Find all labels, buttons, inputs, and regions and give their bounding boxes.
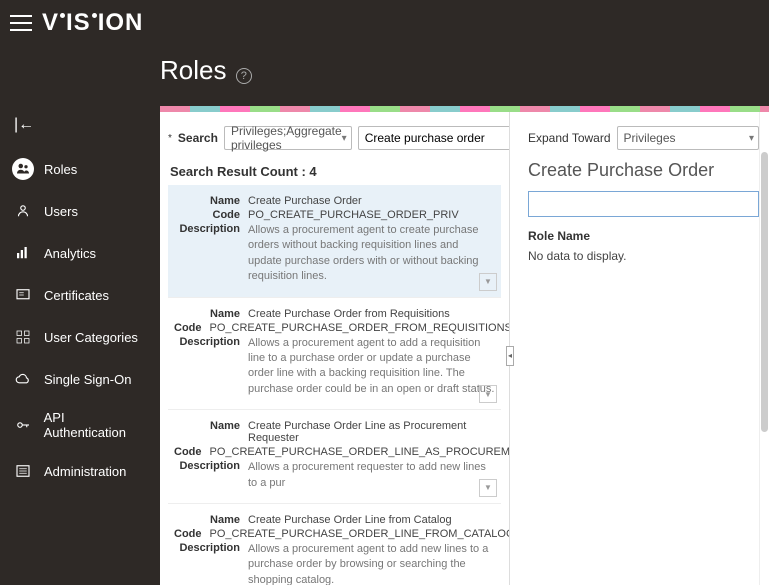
cloud-icon (12, 368, 34, 390)
search-result[interactable]: NameCreate Purchase Order Line from Cata… (168, 504, 501, 585)
expand-toward-select[interactable]: Privileges ▾ (617, 126, 760, 150)
decor-strip (160, 106, 769, 112)
expand-result-icon[interactable]: ▼ (479, 273, 497, 291)
sidebar-item-users[interactable]: Users (0, 190, 160, 232)
splitter-handle-icon[interactable]: ◂ (506, 346, 514, 366)
sidebar-item-administration[interactable]: Administration (0, 450, 160, 492)
logo: VISION (42, 9, 143, 37)
collapse-sidebar-icon[interactable]: |← (14, 116, 34, 133)
roles-icon (12, 158, 34, 180)
sidebar-item-label: Certificates (44, 288, 109, 303)
topbar: VISION (0, 0, 769, 45)
search-result[interactable]: NameCreate Purchase Order Line as Procur… (168, 410, 501, 504)
sidebar-item-api-auth[interactable]: API Authentication (0, 400, 160, 450)
search-type-select[interactable]: Privileges;Aggregate privileges ▾ (224, 126, 352, 150)
sidebar-item-label: Roles (44, 162, 77, 177)
menu-toggle[interactable] (10, 15, 32, 31)
expand-toward-label: Expand Toward (528, 131, 611, 145)
splitter[interactable]: ◂ (510, 106, 518, 585)
role-name-header: Role Name (528, 229, 759, 243)
chevron-down-icon: ▾ (342, 133, 347, 144)
detail-title: Create Purchase Order (528, 160, 759, 181)
sidebar-item-label: Analytics (44, 246, 96, 261)
sidebar-item-label: Users (44, 204, 78, 219)
analytics-icon (12, 242, 34, 264)
users-icon (12, 200, 34, 222)
sidebar-item-roles[interactable]: Roles (0, 148, 160, 190)
key-icon (12, 414, 34, 436)
expand-toward-value: Privileges (624, 131, 676, 145)
sidebar-item-label: Single Sign-On (44, 372, 131, 387)
sidebar-item-label: User Categories (44, 330, 138, 345)
search-type-value: Privileges;Aggregate privileges (231, 124, 342, 152)
administration-icon (12, 460, 34, 482)
sidebar-item-analytics[interactable]: Analytics (0, 232, 160, 274)
expand-result-icon[interactable]: ▼ (479, 385, 497, 403)
sidebar-item-label: Administration (44, 464, 126, 479)
result-count: Search Result Count : 4 (168, 160, 501, 185)
search-result[interactable]: NameCreate Purchase Order CodePO_CREATE_… (168, 185, 501, 298)
page-title-row: Roles ? (0, 45, 769, 106)
sidebar-item-certificates[interactable]: Certificates (0, 274, 160, 316)
no-data-message: No data to display. (528, 249, 759, 263)
detail-panel: Expand Toward Privileges ▾ Create Purcha… (518, 112, 769, 585)
sidebar-item-user-categories[interactable]: User Categories (0, 316, 160, 358)
chevron-down-icon: ▾ (749, 133, 754, 144)
detail-filter-input[interactable] (528, 191, 759, 217)
sidebar: |← Roles Users Analytics Certificates Us… (0, 106, 160, 585)
search-query-input[interactable] (358, 126, 510, 150)
sidebar-item-label: API Authentication (44, 410, 148, 440)
main-content: * Search Privileges;Aggregate privileges… (160, 106, 769, 585)
required-indicator: * (168, 133, 172, 144)
search-label: Search (178, 131, 218, 145)
help-icon[interactable]: ? (236, 68, 252, 84)
search-panel: * Search Privileges;Aggregate privileges… (160, 112, 510, 585)
page-title: Roles (160, 55, 226, 85)
certificates-icon (12, 284, 34, 306)
sidebar-item-sso[interactable]: Single Sign-On (0, 358, 160, 400)
expand-result-icon[interactable]: ▼ (479, 479, 497, 497)
search-result[interactable]: NameCreate Purchase Order from Requisiti… (168, 298, 501, 411)
user-categories-icon (12, 326, 34, 348)
